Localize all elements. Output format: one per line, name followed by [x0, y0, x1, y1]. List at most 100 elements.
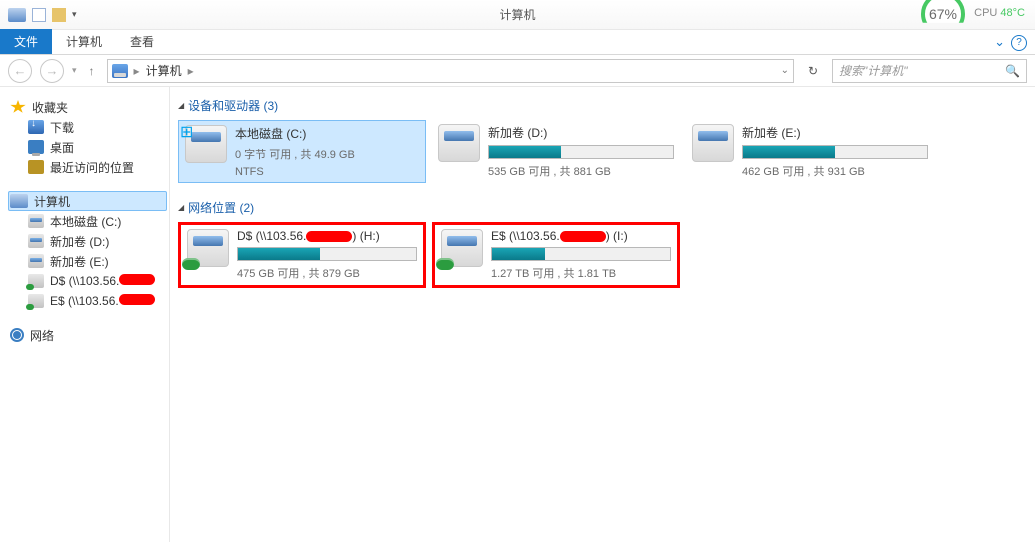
group-header-network[interactable]: 网络位置 (2)	[178, 199, 1027, 216]
ribbon-help-group	[994, 34, 1027, 51]
group-label: 网络位置 (2)	[188, 199, 254, 216]
quick-access-toolbar: ▾	[8, 8, 77, 22]
drive-name: E$ (\\103.56.) (I:)	[491, 229, 671, 243]
drive-name: 新加卷 (E:)	[742, 124, 928, 141]
drive-info: 本地磁盘 (C:) 0 字节 可用 , 共 49.9 GB NTFS	[235, 125, 419, 178]
breadcrumb-sep-icon[interactable]: ▸	[188, 64, 194, 78]
drive-stat: 535 GB 可用 , 共 881 GB	[488, 163, 674, 179]
group-label: 设备和驱动器 (3)	[188, 97, 278, 114]
usage-bar	[488, 145, 674, 159]
tree-label: 新加卷 (D:)	[50, 233, 109, 250]
address-dropdown-icon[interactable]: ⌄	[781, 65, 789, 76]
usage-fill	[492, 248, 545, 260]
tree-label: 计算机	[34, 193, 70, 210]
text: ) (I:)	[606, 229, 628, 243]
qat-button-properties[interactable]	[32, 8, 46, 22]
drive-volume-e[interactable]: 新加卷 (E:) 462 GB 可用 , 共 931 GB	[686, 120, 934, 183]
drive-volume-d[interactable]: 新加卷 (D:) 535 GB 可用 , 共 881 GB	[432, 120, 680, 183]
devices-row: 本地磁盘 (C:) 0 字节 可用 , 共 49.9 GB NTFS 新加卷 (…	[178, 120, 1027, 183]
address-bar[interactable]: ▸ 计算机 ▸ ⌄	[107, 59, 794, 83]
disk-icon	[28, 234, 44, 248]
text: D$ (\\103.56.	[237, 229, 306, 243]
qat-dropdown-icon[interactable]: ▾	[72, 9, 77, 20]
drive-info: E$ (\\103.56.) (I:) 1.27 TB 可用 , 共 1.81 …	[491, 229, 671, 281]
disk-icon	[28, 254, 44, 268]
content-pane: 设备和驱动器 (3) 本地磁盘 (C:) 0 字节 可用 , 共 49.9 GB…	[170, 87, 1035, 542]
local-disk-icon	[185, 125, 227, 163]
search-icon[interactable]: 🔍	[1005, 64, 1020, 78]
network-drive-icon	[28, 274, 44, 288]
ribbon-tab-view[interactable]: 查看	[116, 29, 168, 54]
drive-info: D$ (\\103.56.) (H:) 475 GB 可用 , 共 879 GB	[237, 229, 417, 281]
nav-up-button[interactable]: ↑	[85, 64, 99, 78]
computer-icon	[10, 194, 28, 208]
redaction	[119, 274, 155, 285]
tree-label: E$ (\\103.56.	[50, 294, 155, 308]
cpu-temperature: 48°C	[1000, 7, 1025, 19]
tree-item-desktop[interactable]: 桌面	[26, 137, 167, 157]
refresh-button[interactable]: ↻	[802, 64, 824, 78]
tree-label: 本地磁盘 (C:)	[50, 213, 121, 230]
redaction	[560, 231, 606, 242]
drive-stat-line1: 0 字节 可用 , 共 49.9 GB	[235, 146, 419, 162]
drive-network-d[interactable]: D$ (\\103.56.) (H:) 475 GB 可用 , 共 879 GB	[178, 222, 426, 288]
drive-info: 新加卷 (E:) 462 GB 可用 , 共 931 GB	[742, 124, 928, 179]
window-icon	[8, 8, 26, 22]
tree-network-root[interactable]: 网络	[8, 325, 167, 345]
search-box[interactable]: 🔍	[832, 59, 1027, 83]
usage-fill	[489, 146, 561, 158]
ribbon-minimize-icon[interactable]	[994, 34, 1005, 51]
network-drive-icon	[28, 294, 44, 308]
tree-item-network-e[interactable]: E$ (\\103.56.	[26, 291, 167, 311]
network-drive-icon	[187, 229, 229, 267]
cpu-percent: 67%	[929, 6, 957, 22]
window-title: 计算机	[499, 6, 535, 23]
local-disk-icon	[692, 124, 734, 162]
star-icon	[10, 100, 26, 114]
text: D$ (\\103.56.	[50, 274, 119, 288]
group-header-devices[interactable]: 设备和驱动器 (3)	[178, 97, 1027, 114]
tree-computer-root[interactable]: 计算机	[8, 191, 167, 211]
tree-computer: 计算机 本地磁盘 (C:) 新加卷 (D:) 新加卷 (E:) D$ (\\1	[8, 191, 167, 311]
tree-item-local-c[interactable]: 本地磁盘 (C:)	[26, 211, 167, 231]
nav-back-button[interactable]: ←	[8, 59, 32, 83]
disk-icon	[28, 214, 44, 228]
qat-button-newfolder[interactable]	[52, 8, 66, 22]
tree-item-volume-d[interactable]: 新加卷 (D:)	[26, 231, 167, 251]
tree-label: 最近访问的位置	[50, 159, 134, 176]
tree-label: 新加卷 (E:)	[50, 253, 109, 270]
title-bar: ▾ 计算机 67% CPU 48°C	[0, 0, 1035, 30]
breadcrumb-location[interactable]: 计算机	[146, 62, 182, 79]
redaction	[306, 231, 352, 242]
drive-network-e[interactable]: E$ (\\103.56.) (I:) 1.27 TB 可用 , 共 1.81 …	[432, 222, 680, 288]
local-disk-icon	[438, 124, 480, 162]
tree-item-network-d[interactable]: D$ (\\103.56.	[26, 271, 167, 291]
drive-name: 新加卷 (D:)	[488, 124, 674, 141]
text: E$ (\\103.56.	[50, 294, 119, 308]
usage-fill	[743, 146, 835, 158]
desktop-icon	[28, 140, 44, 154]
network-drive-icon	[441, 229, 483, 267]
nav-history-dropdown[interactable]: ▾	[72, 65, 77, 76]
usage-fill	[238, 248, 320, 260]
ribbon-tab-computer[interactable]: 计算机	[52, 29, 116, 54]
search-input[interactable]	[839, 64, 1005, 78]
help-icon[interactable]	[1011, 34, 1027, 51]
tree-item-downloads[interactable]: 下载	[26, 117, 167, 137]
tree-network: 网络	[8, 325, 167, 345]
tree-favorites-root[interactable]: 收藏夹	[8, 97, 167, 117]
network-icon	[10, 328, 24, 342]
tree-label: 收藏夹	[32, 99, 68, 116]
usage-bar	[491, 247, 671, 261]
tree-item-recent[interactable]: 最近访问的位置	[26, 157, 167, 177]
nav-forward-button[interactable]: →	[40, 59, 64, 83]
cpu-label-text: CPU	[974, 7, 997, 19]
tree-item-volume-e[interactable]: 新加卷 (E:)	[26, 251, 167, 271]
tree-label: D$ (\\103.56.	[50, 274, 155, 288]
ribbon-tabs: 文件 计算机 查看	[0, 30, 1035, 55]
drive-local-c[interactable]: 本地磁盘 (C:) 0 字节 可用 , 共 49.9 GB NTFS	[178, 120, 426, 183]
text: ) (H:)	[352, 229, 379, 243]
tree-label: 桌面	[50, 139, 74, 156]
breadcrumb-sep-icon[interactable]: ▸	[134, 64, 140, 78]
ribbon-tab-file[interactable]: 文件	[0, 29, 52, 54]
